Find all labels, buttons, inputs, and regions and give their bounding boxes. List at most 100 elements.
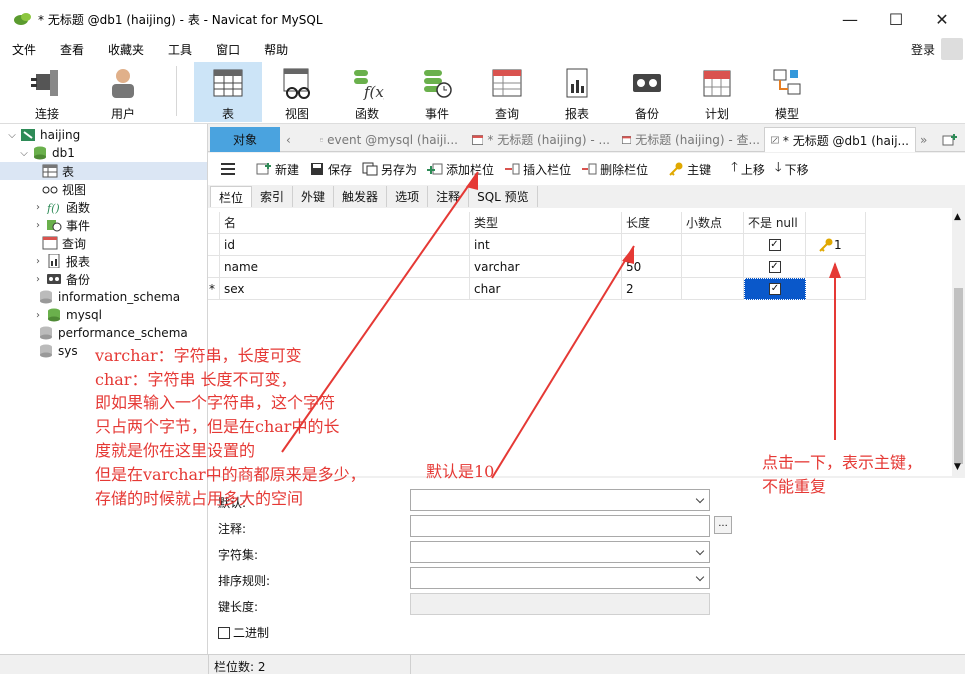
column-header-type[interactable]: 类型 (470, 212, 622, 234)
chevron-right-icon[interactable]: › (32, 310, 44, 321)
primary-key-button[interactable]: 主键 (668, 161, 711, 178)
tab-untitled-table-db1[interactable]: * 无标题 @db1 (haij... (764, 127, 916, 152)
tree-item-haijing[interactable]: ⌵ haijing (6, 126, 80, 144)
tree-item-functions[interactable]: › f() 函数 (32, 198, 90, 216)
field-decimals-cell[interactable] (682, 234, 744, 256)
charset-select[interactable] (410, 541, 710, 563)
primary-key-cell[interactable]: 1 (806, 234, 866, 256)
tree-item-performance-schema[interactable]: performance_schema (36, 324, 188, 342)
field-length-cell[interactable]: 50 (622, 256, 682, 278)
event-button[interactable]: 事件 (404, 62, 470, 122)
tab-indexes[interactable]: 索引 (252, 186, 294, 207)
tree-item-backups[interactable]: › 备份 (32, 270, 90, 288)
not-null-checkbox[interactable]: ✓ (768, 260, 781, 273)
field-type-cell[interactable]: int (470, 234, 622, 256)
tree-item-views[interactable]: 视图 (40, 180, 86, 198)
not-null-cell[interactable]: ✓ (744, 256, 806, 278)
tree-item-reports[interactable]: › 报表 (32, 252, 90, 270)
primary-key-cell[interactable] (806, 256, 866, 278)
maximize-button[interactable]: ☐ (873, 0, 919, 38)
binary-checkbox[interactable] (218, 626, 230, 639)
field-decimals-cell[interactable] (682, 278, 744, 300)
schedule-button[interactable]: 计划 (684, 62, 750, 122)
chevron-right-icon[interactable]: › (32, 274, 44, 285)
move-up-button[interactable]: 🡑 上移 (731, 158, 765, 180)
chevron-down-icon[interactable]: ⌵ (18, 148, 30, 159)
default-select[interactable] (410, 489, 710, 511)
column-header-decimals[interactable]: 小数点 (682, 212, 744, 234)
move-down-button[interactable]: 🡓 下移 (775, 158, 809, 180)
menu-help[interactable]: 帮助 (252, 41, 300, 58)
login-link[interactable]: 登录 (911, 41, 935, 58)
tree-item-sys[interactable]: sys (36, 342, 78, 360)
chevron-down-icon[interactable]: ⌵ (6, 130, 18, 141)
tab-triggers[interactable]: 触发器 (334, 186, 388, 207)
add-field-button[interactable]: 添加栏位 (427, 161, 494, 178)
column-header-name[interactable]: 名 (220, 212, 470, 234)
save-as-button[interactable]: 另存为 (362, 161, 417, 178)
new-button[interactable]: 新建 (256, 161, 299, 178)
not-null-checkbox[interactable]: ✓ (768, 238, 781, 251)
avatar[interactable] (941, 38, 963, 60)
tab-foreign-keys[interactable]: 外键 (293, 186, 335, 207)
backup-button[interactable]: 备份 (614, 62, 680, 122)
new-tab-icon[interactable] (938, 127, 964, 152)
tab-event-mysql[interactable]: event @mysql (haiji... (314, 127, 464, 152)
field-name-cell[interactable]: name (220, 256, 470, 278)
menu-view[interactable]: 查看 (48, 41, 96, 58)
field-type-cell[interactable]: varchar (470, 256, 622, 278)
field-length-cell[interactable] (622, 234, 682, 256)
table-button[interactable]: 表 (194, 62, 262, 122)
field-type-cell[interactable]: char (470, 278, 622, 300)
tab-fields[interactable]: 栏位 (210, 186, 253, 207)
not-null-checkbox[interactable]: ✓ (769, 283, 781, 295)
menu-file[interactable]: 文件 (0, 41, 48, 58)
comment-field[interactable] (410, 515, 710, 537)
field-name-cell[interactable]: sex (220, 278, 470, 300)
field-length-cell[interactable]: 2 (622, 278, 682, 300)
tab-untitled-query-2[interactable]: 无标题 (haijing) - 查... (616, 127, 766, 152)
tab-untitled-query-1[interactable]: * 无标题 (haijing) - ... (466, 127, 616, 152)
user-button[interactable]: 用户 (90, 62, 156, 122)
menu-favorites[interactable]: 收藏夹 (96, 41, 156, 58)
tree-item-tables[interactable]: 表 (0, 162, 207, 180)
table-row[interactable]: * sex char 2 ✓ (208, 278, 866, 300)
close-button[interactable]: ✕ (919, 0, 965, 38)
collation-select[interactable] (410, 567, 710, 589)
binary-option[interactable]: 二进制 (218, 624, 269, 641)
tab-objects[interactable]: 对象 (210, 127, 280, 152)
table-row[interactable]: name varchar 50 ✓ (208, 256, 866, 278)
connect-button[interactable]: 连接 (14, 62, 80, 122)
table-row[interactable]: id int ✓ 1 (208, 234, 866, 256)
minimize-button[interactable]: — (827, 0, 873, 38)
chevron-right-icon[interactable]: › (32, 220, 44, 231)
query-button[interactable]: 查询 (474, 62, 540, 122)
not-null-cell[interactable]: ✓ (744, 278, 806, 300)
report-button[interactable]: 报表 (544, 62, 610, 122)
field-decimals-cell[interactable] (682, 256, 744, 278)
hamburger-menu-icon[interactable] (220, 162, 236, 176)
scroll-up-icon[interactable]: ▲ (954, 212, 961, 222)
tree-item-information-schema[interactable]: information_schema (36, 288, 180, 306)
function-button[interactable]: f(x) 函数 (334, 62, 400, 122)
field-name-cell[interactable]: id (220, 234, 470, 256)
grid-scrollbar[interactable]: ▲ ▼ (952, 208, 965, 476)
tab-sql-preview[interactable]: SQL 预览 (469, 186, 538, 207)
tabs-scroll-right-icon[interactable]: » (916, 127, 936, 152)
not-null-cell[interactable]: ✓ (744, 234, 806, 256)
tab-comment[interactable]: 注释 (428, 186, 470, 207)
menu-tools[interactable]: 工具 (156, 41, 204, 58)
tree-item-queries[interactable]: 查询 (40, 234, 86, 252)
column-header-not-null[interactable]: 不是 null (744, 212, 806, 234)
tree-item-mysql[interactable]: › mysql (32, 306, 102, 324)
tree-item-db1[interactable]: ⌵ db1 (18, 144, 75, 162)
primary-key-cell[interactable] (806, 278, 866, 300)
delete-field-button[interactable]: 删除栏位 (581, 161, 648, 178)
scrollbar-thumb[interactable] (954, 288, 963, 464)
chevron-right-icon[interactable]: › (32, 202, 44, 213)
menu-window[interactable]: 窗口 (204, 41, 252, 58)
save-button[interactable]: 保存 (309, 161, 352, 178)
tabs-scroll-left-icon[interactable]: ‹ (282, 127, 300, 152)
tab-options[interactable]: 选项 (387, 186, 429, 207)
model-button[interactable]: 模型 (754, 62, 820, 122)
